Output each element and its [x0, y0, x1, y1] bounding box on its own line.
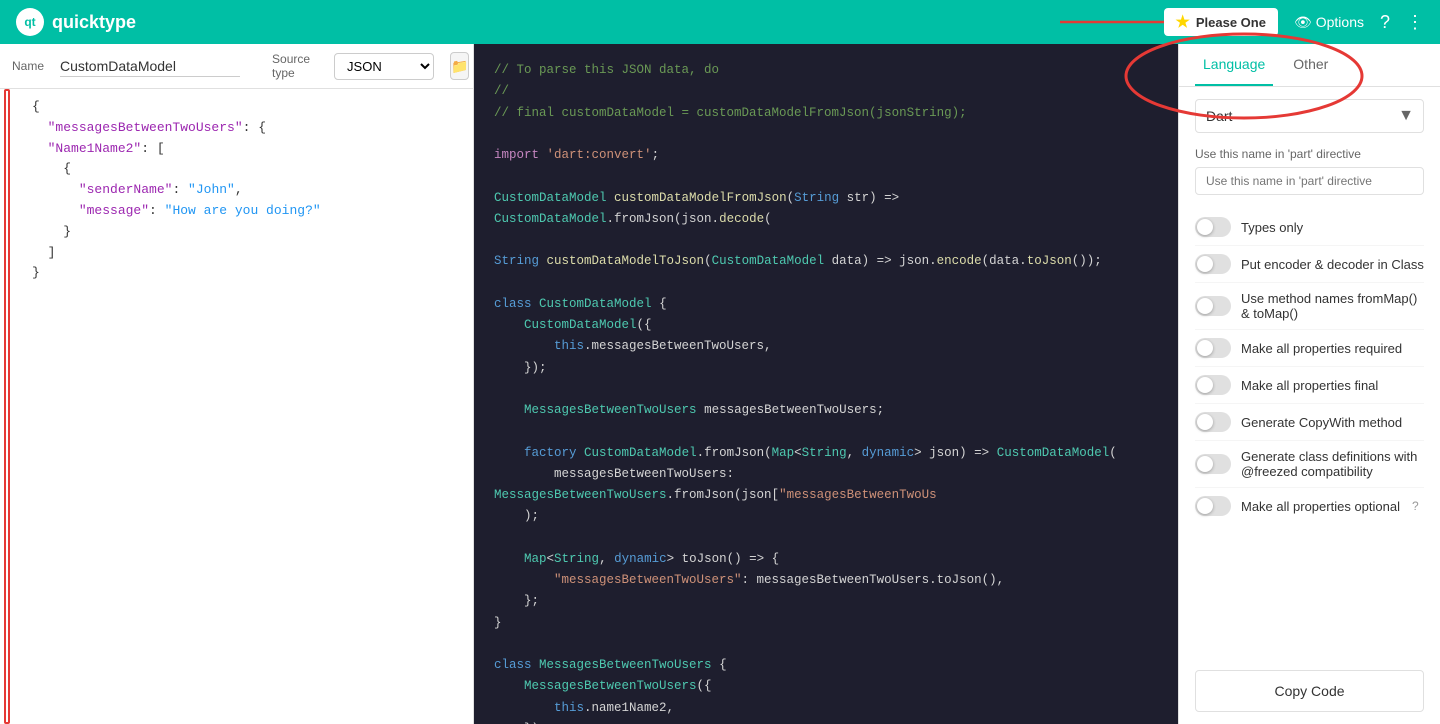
folder-button[interactable]: 📁: [450, 52, 469, 80]
toggle-row-types-only: Types only: [1195, 209, 1424, 246]
eye-icon: 👁: [1294, 14, 1312, 31]
encoder-decoder-toggle[interactable]: [1195, 254, 1231, 274]
logo-icon: qt: [16, 8, 44, 36]
all-optional-toggle[interactable]: [1195, 496, 1231, 516]
all-required-toggle[interactable]: [1195, 338, 1231, 358]
options-label: Options: [1316, 14, 1364, 30]
toggle-row-all-final: Make all properties final: [1195, 367, 1424, 404]
source-type-label: Source type: [272, 52, 310, 80]
main-layout: Name Source type JSON GraphQL TypeScript…: [0, 44, 1440, 724]
source-type-select[interactable]: JSON GraphQL TypeScript: [334, 53, 434, 80]
method-names-toggle[interactable]: [1195, 296, 1231, 316]
copy-code-button[interactable]: Copy Code: [1195, 670, 1424, 712]
json-editor-content: { "messagesBetweenTwoUsers": { "Name1Nam…: [0, 97, 473, 284]
all-final-label: Make all properties final: [1241, 378, 1378, 393]
toggle-row-encoder-decoder: Put encoder & decoder in Class: [1195, 246, 1424, 283]
please-one-button[interactable]: ★ Please One: [1164, 8, 1278, 36]
all-final-toggle[interactable]: [1195, 375, 1231, 395]
left-panel: Name Source type JSON GraphQL TypeScript…: [0, 44, 474, 724]
copy-with-label: Generate CopyWith method: [1241, 415, 1402, 430]
right-panel: Language Other Dart TypeScript JavaScrip…: [1178, 44, 1440, 724]
encoder-decoder-label: Put encoder & decoder in Class: [1241, 257, 1424, 272]
toggle-row-method-names: Use method names fromMap() & toMap(): [1195, 283, 1424, 330]
logo-text: quicktype: [52, 12, 136, 33]
types-only-toggle[interactable]: [1195, 217, 1231, 237]
part-directive-input[interactable]: [1195, 167, 1424, 195]
json-editor[interactable]: { "messagesBetweenTwoUsers": { "Name1Nam…: [0, 89, 473, 724]
language-dropdown-wrapper: Dart TypeScript JavaScript Swift Kotlin …: [1195, 99, 1424, 133]
freezed-toggle[interactable]: [1195, 454, 1231, 474]
help-button[interactable]: ?: [1380, 12, 1390, 33]
header-right: ★ Please One 👁 Options ? ⋮: [1164, 8, 1425, 36]
copy-with-toggle[interactable]: [1195, 412, 1231, 432]
part-directive-label: Use this name in 'part' directive: [1195, 147, 1424, 161]
toggle-row-all-required: Make all properties required: [1195, 330, 1424, 367]
tab-other[interactable]: Other: [1285, 44, 1336, 86]
toggle-row-freezed: Generate class definitions with @freezed…: [1195, 441, 1424, 488]
language-select[interactable]: Dart TypeScript JavaScript Swift Kotlin …: [1195, 99, 1424, 133]
toggle-row-all-optional: Make all properties optional ?: [1195, 488, 1424, 524]
all-required-label: Make all properties required: [1241, 341, 1402, 356]
more-menu-button[interactable]: ⋮: [1406, 12, 1424, 33]
options-button[interactable]: 👁 Options: [1294, 14, 1364, 31]
method-names-label: Use method names fromMap() & toMap(): [1241, 291, 1424, 321]
help-icon[interactable]: ?: [1412, 499, 1419, 513]
freezed-label: Generate class definitions with @freezed…: [1241, 449, 1424, 479]
panel-header: Name Source type JSON GraphQL TypeScript…: [0, 44, 473, 89]
header: qt quicktype ★ Please One 👁 Options ? ⋮: [0, 0, 1440, 44]
toggle-row-copy-with: Generate CopyWith method: [1195, 404, 1424, 441]
options-content: Dart TypeScript JavaScript Swift Kotlin …: [1179, 87, 1440, 658]
language-tabs: Language Other: [1179, 44, 1440, 87]
types-only-label: Types only: [1241, 220, 1303, 235]
star-icon: ★: [1176, 12, 1190, 32]
code-panel: // To parse this JSON data, do // // fin…: [474, 44, 1178, 724]
name-label: Name: [12, 59, 44, 73]
all-optional-label: Make all properties optional: [1241, 499, 1400, 514]
logo: qt quicktype: [16, 8, 136, 36]
name-input[interactable]: [60, 56, 240, 77]
tab-language[interactable]: Language: [1195, 44, 1273, 86]
please-one-label: Please One: [1196, 15, 1266, 30]
